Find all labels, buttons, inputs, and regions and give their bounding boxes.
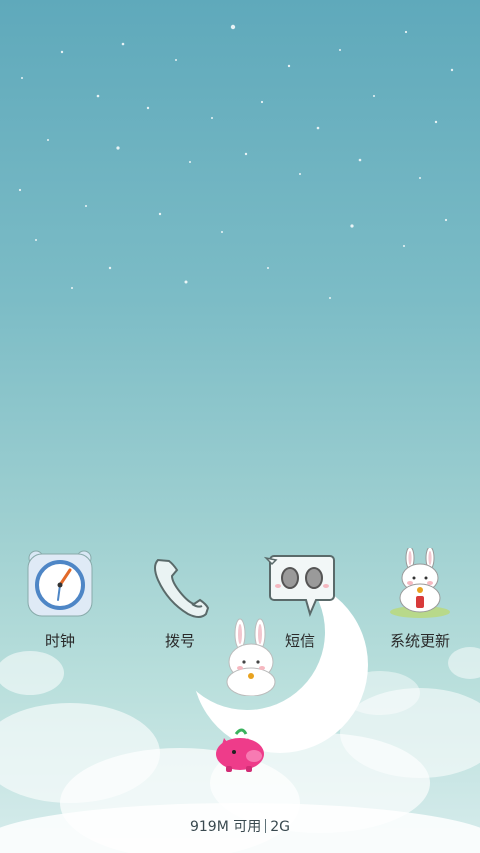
phone-handset-icon <box>154 558 210 618</box>
divider <box>265 819 267 833</box>
app-sms[interactable]: 短信 <box>252 548 348 651</box>
free-memory-text: 919M 可用 <box>189 819 262 835</box>
bunny-update-icon <box>390 548 450 618</box>
alarm-clock-icon <box>27 550 93 617</box>
app-system-update[interactable]: 系统更新 <box>372 548 468 651</box>
app-label-sms: 短信 <box>284 632 315 650</box>
app-label-clock: 时钟 <box>44 632 75 650</box>
memory-status[interactable]: 919M 可用 2G <box>0 816 480 836</box>
starry-sky <box>18 24 454 299</box>
app-dialer[interactable]: 拨号 <box>132 548 228 651</box>
app-label-dialer: 拨号 <box>164 632 195 650</box>
speech-bubble-icon <box>264 555 335 617</box>
network-type-text: 2G <box>270 819 291 835</box>
app-clock[interactable]: 时钟 <box>12 548 108 651</box>
app-label-system-update: 系统更新 <box>389 632 450 650</box>
pig-illustration <box>216 728 264 772</box>
